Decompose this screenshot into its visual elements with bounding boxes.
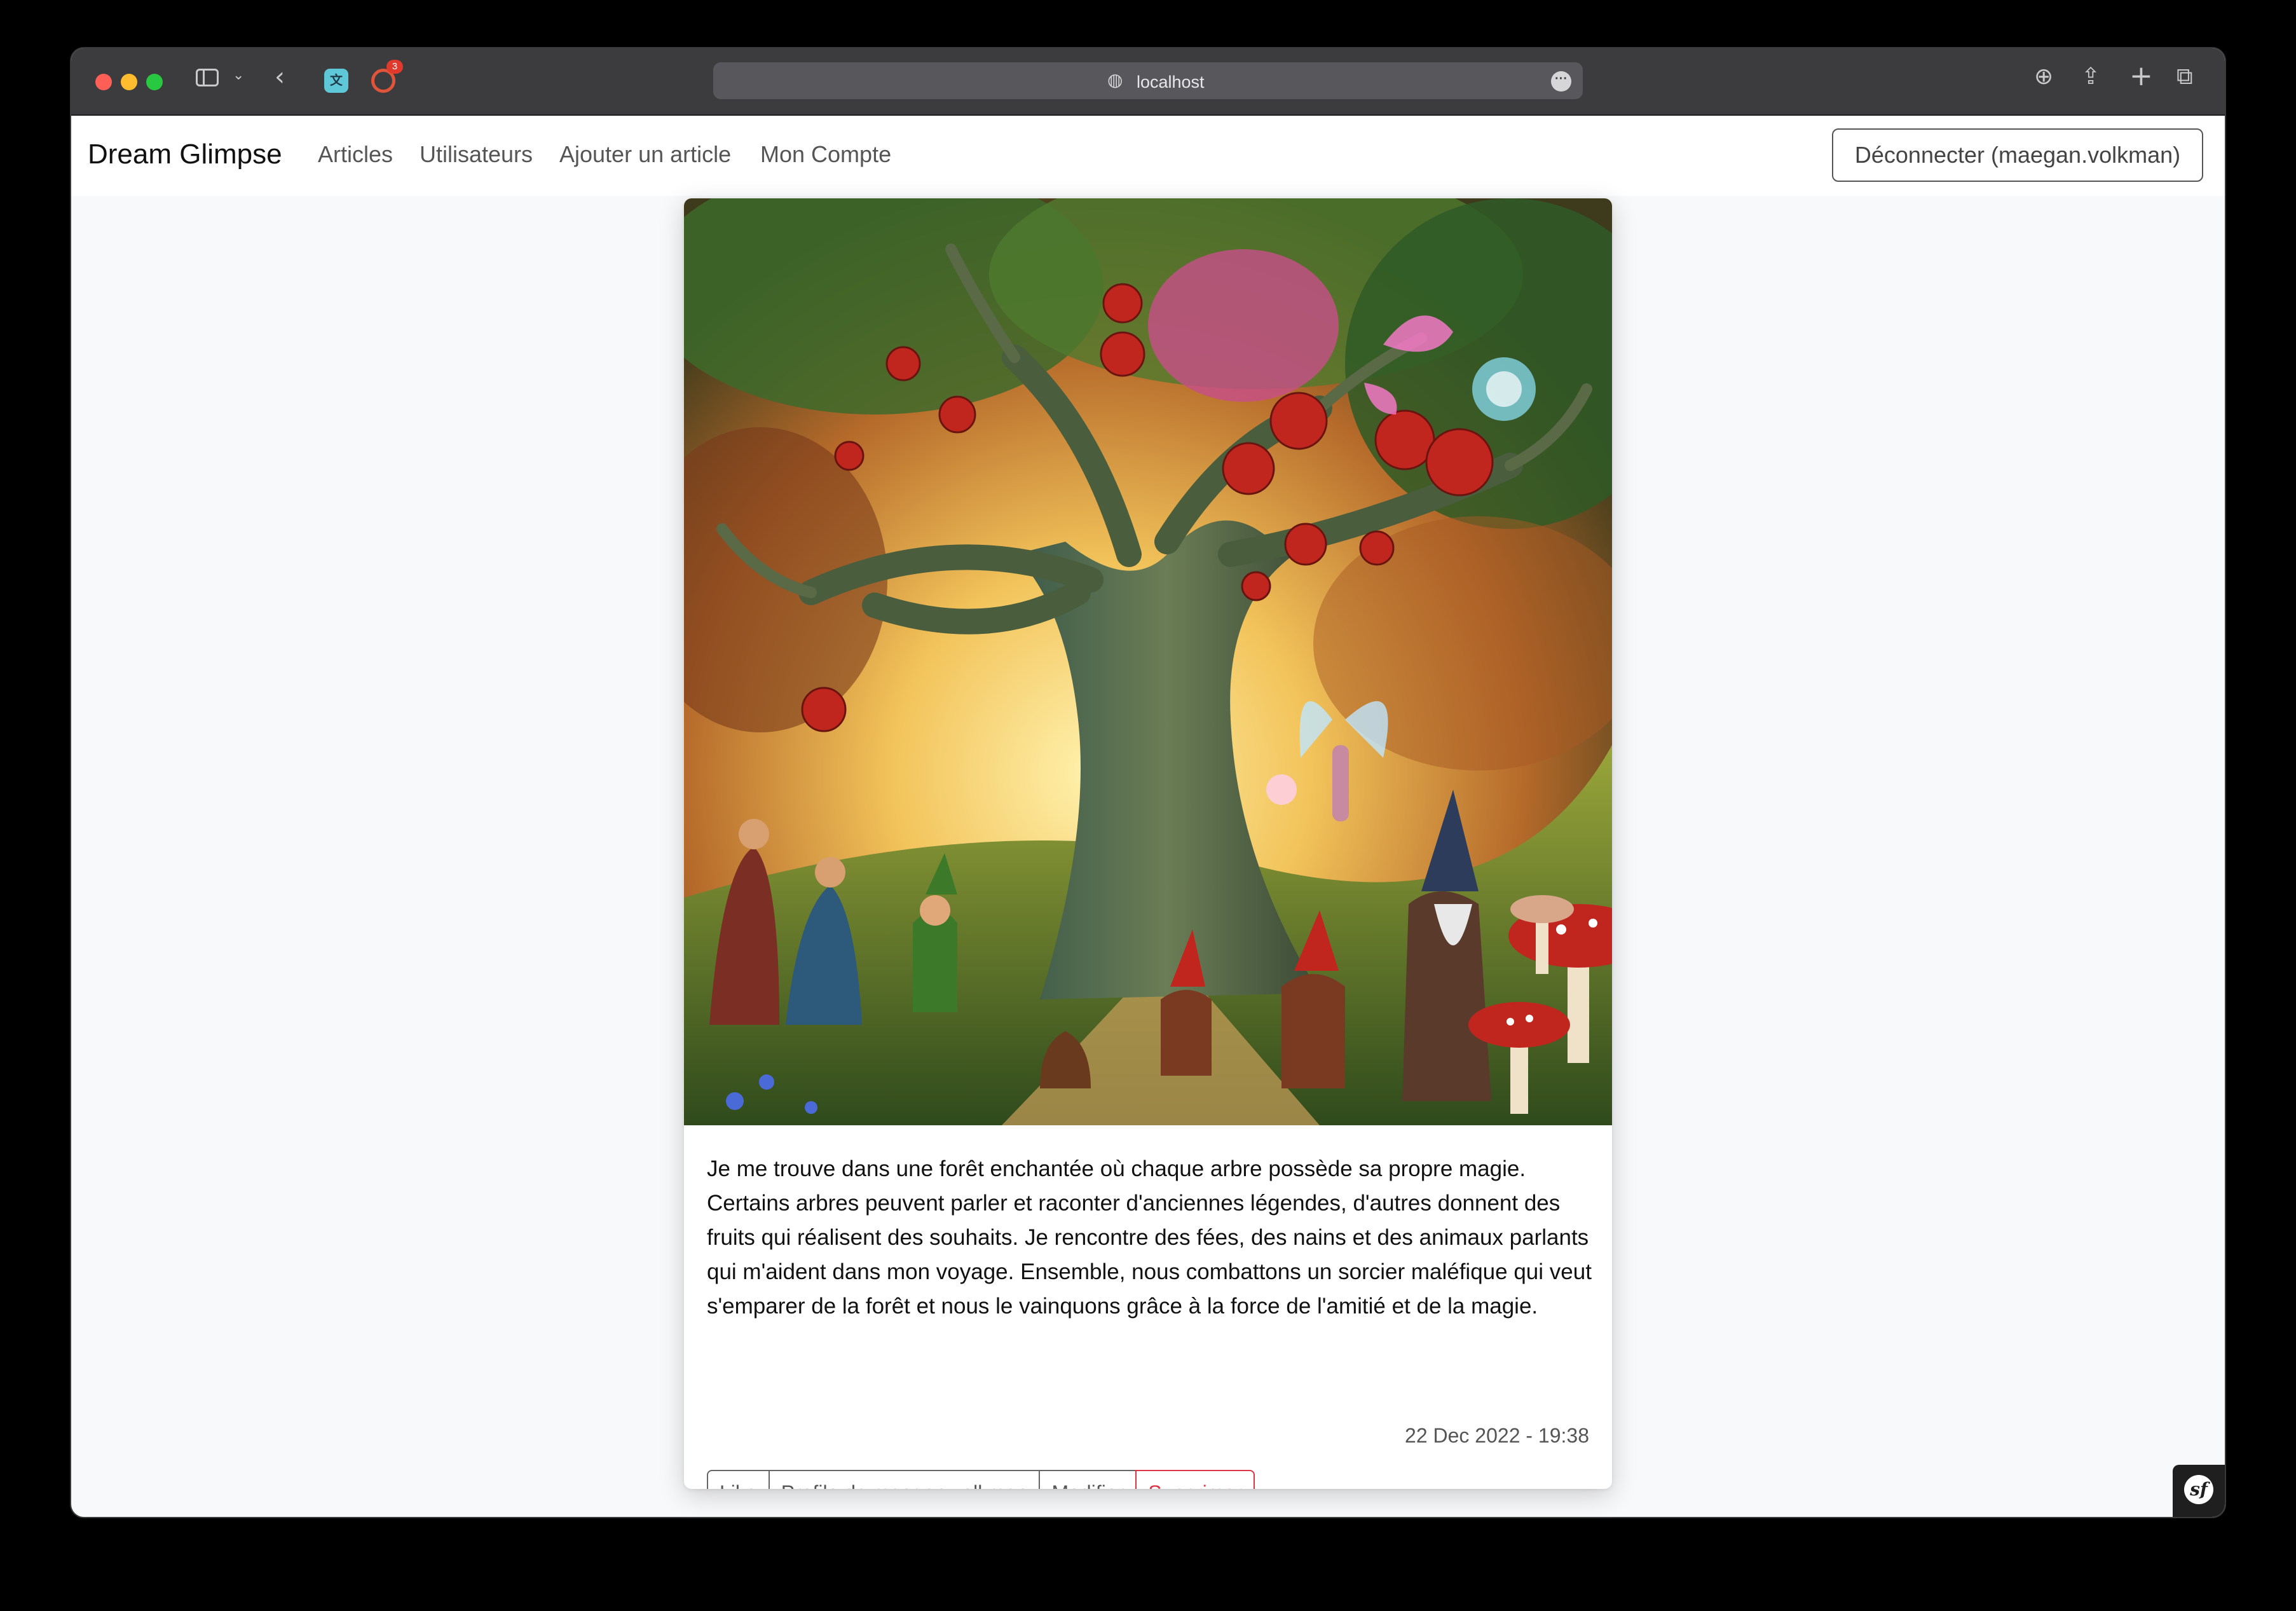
profile-button[interactable]: Profile de maegan.volkman <box>768 1470 1041 1489</box>
nav-link-users[interactable]: Utilisateurs <box>420 141 533 168</box>
site-navbar: Dream Glimpse Articles Utilisateurs Ajou… <box>71 116 2225 196</box>
symfony-icon: sf <box>2184 1475 2213 1504</box>
article-text: Je me trouve dans une forêt enchantée où… <box>707 1156 1592 1319</box>
chevron-down-icon[interactable]: ⌄ <box>233 67 244 83</box>
article-date: 22 Dec 2022 - 19:38 <box>1405 1424 1589 1447</box>
sidebar-toggle-icon[interactable] <box>196 69 219 86</box>
nav-link-articles[interactable]: Articles <box>318 141 393 168</box>
brand-logo[interactable]: Dream Glimpse <box>88 139 282 170</box>
nav-link-my-account[interactable]: Mon Compte <box>760 141 891 168</box>
minimize-window-button[interactable] <box>121 74 137 90</box>
symfony-debug-toolbar-toggle[interactable]: sf <box>2173 1465 2225 1517</box>
url-text: localhost <box>1137 72 1205 92</box>
tab-overview-icon[interactable]: ⧉ <box>2176 64 2193 90</box>
nav-link-add-article[interactable]: Ajouter un article <box>559 141 731 168</box>
delete-button[interactable]: Supprimer <box>1135 1470 1255 1489</box>
back-arrow-icon[interactable]: ‹ <box>275 62 285 92</box>
article-card: Je me trouve dans une forêt enchantée où… <box>684 198 1612 1489</box>
article-image <box>684 198 1612 1125</box>
download-icon[interactable]: ⊕ <box>2034 64 2053 90</box>
article-actions: Like Profile de maegan.volkman Modifier … <box>707 1470 1255 1489</box>
share-icon[interactable]: ⇪ <box>2081 64 2100 90</box>
address-bar[interactable]: ◍ localhost ··· <box>713 62 1583 99</box>
like-button[interactable]: Like <box>707 1470 770 1489</box>
close-window-button[interactable] <box>95 74 112 90</box>
edit-button[interactable]: Modifier <box>1039 1470 1137 1489</box>
logout-button[interactable]: Déconnecter (maegan.volkman) <box>1832 128 2203 182</box>
zoom-window-button[interactable] <box>146 74 163 90</box>
browser-toolbar: ⌄ ‹ 文 3 ◍ localhost ··· ⊕ ⇪ + ⧉ <box>71 48 2225 116</box>
extension-badge: 3 <box>386 60 403 74</box>
new-tab-icon[interactable]: + <box>2129 60 2153 92</box>
translate-extension-icon[interactable]: 文 <box>324 69 348 93</box>
globe-icon: ◍ <box>1107 69 1123 90</box>
browser-window: ⌄ ‹ 文 3 ◍ localhost ··· ⊕ ⇪ + ⧉ Dream Gl… <box>71 48 2225 1517</box>
more-icon[interactable]: ··· <box>1551 71 1571 92</box>
